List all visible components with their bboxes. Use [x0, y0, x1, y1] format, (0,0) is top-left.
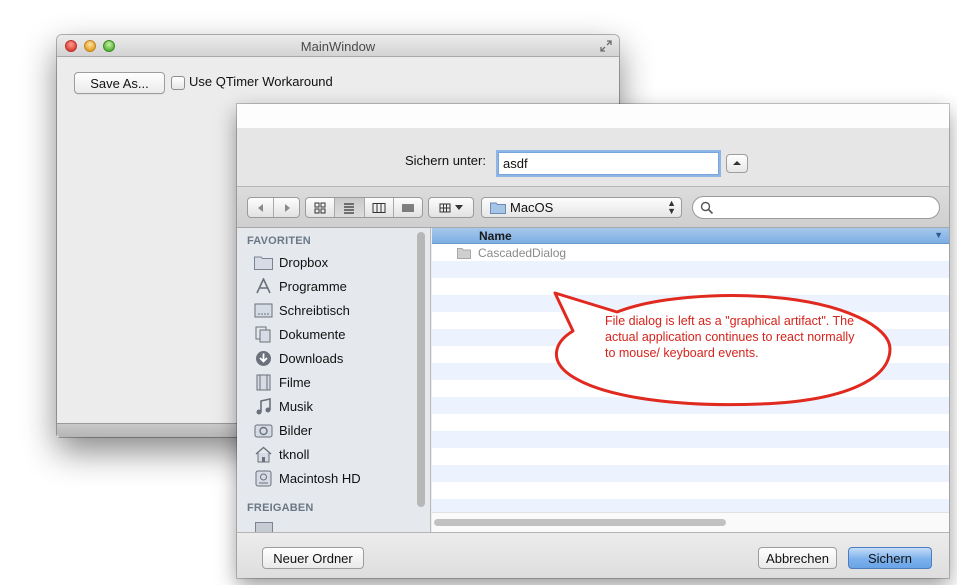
- file-item-cascadeddialog[interactable]: CascadedDialog: [457, 246, 566, 260]
- sidebar-item-dropbox[interactable]: Dropbox: [253, 251, 413, 273]
- home-icon: [253, 445, 273, 463]
- chevron-down-icon: [455, 204, 463, 210]
- new-folder-button[interactable]: Neuer Ordner: [262, 547, 364, 569]
- popup-arrows-icon: ▲ ▼: [667, 198, 676, 216]
- sidebar-item-dokumente[interactable]: Dokumente: [253, 323, 413, 345]
- chevron-up-icon: [733, 161, 741, 165]
- sidebar-item-label: Musik: [279, 398, 313, 414]
- search-icon: [700, 201, 714, 215]
- scrollbar-thumb[interactable]: [434, 519, 726, 526]
- qtimer-workaround-checkbox[interactable]: [171, 76, 185, 90]
- sidebar-item-label: Programme: [279, 278, 347, 294]
- list-view-button[interactable]: [335, 198, 365, 217]
- folder-icon: [457, 248, 471, 259]
- chevron-right-icon: [284, 203, 290, 212]
- cover-flow-button[interactable]: [394, 198, 422, 217]
- column-header-name[interactable]: Name ▼: [432, 228, 949, 244]
- sidebar-item-label: Bilder: [279, 422, 313, 438]
- dialog-artifact-area: [237, 104, 949, 128]
- documents-icon: [253, 325, 273, 343]
- computer-icon: [255, 522, 273, 532]
- save-as-label: Sichern unter:: [405, 153, 486, 168]
- icon-view-button[interactable]: [306, 198, 336, 217]
- sidebar-item-label: Macintosh HD: [279, 470, 361, 486]
- window-title: MainWindow: [300, 39, 376, 54]
- annotation-text: File dialog is left as a "graphical arti…: [605, 314, 855, 360]
- movies-icon: [253, 373, 273, 391]
- sidebar-heading-favorites: FAVORITEN: [247, 235, 311, 247]
- column-header-label: Name: [479, 229, 512, 243]
- forward-button[interactable]: [274, 198, 299, 217]
- sidebar-item-label: tknoll: [279, 446, 310, 462]
- chevron-left-icon: [257, 203, 263, 212]
- location-popup[interactable]: MacOS ▲ ▼: [481, 197, 682, 218]
- back-button[interactable]: [248, 198, 274, 217]
- title-bar[interactable]: MainWindow: [57, 35, 619, 57]
- sidebar-item-tknoll[interactable]: tknoll: [253, 443, 413, 465]
- arrange-menu-button[interactable]: [428, 197, 474, 218]
- sidebar-item-macintosh-hd[interactable]: Macintosh HD: [253, 467, 413, 489]
- search-input[interactable]: [692, 196, 940, 219]
- sidebar-item-label: Schreibtisch: [279, 302, 350, 318]
- dialog-toolbar: MacOS ▲ ▼: [237, 186, 949, 228]
- dialog-header: Sichern unter:: [237, 128, 949, 186]
- view-mode-control: [305, 197, 423, 218]
- sidebar-item-schreibtisch[interactable]: Schreibtisch: [253, 299, 413, 321]
- sidebar-item-filme[interactable]: Filme: [253, 371, 413, 393]
- sidebar-item-downloads[interactable]: Downloads: [253, 347, 413, 369]
- sidebar-heading-shared: FREIGABEN: [247, 502, 314, 514]
- fullscreen-icon[interactable]: [599, 39, 613, 53]
- sidebar-item-label: Downloads: [279, 350, 344, 366]
- horizontal-scrollbar[interactable]: [432, 512, 949, 532]
- downloads-icon: [253, 349, 273, 367]
- sidebar-item-label: Dokumente: [279, 326, 346, 342]
- sidebar-item-musik[interactable]: Musik: [253, 395, 413, 417]
- music-icon: [253, 397, 273, 415]
- sidebar-item-label: Dropbox: [279, 254, 329, 270]
- cancel-button[interactable]: Abbrechen: [758, 547, 837, 569]
- expand-dialog-button[interactable]: [726, 154, 748, 173]
- arrange-grid-icon: [439, 203, 451, 212]
- sidebar-item-programme[interactable]: Programme: [253, 275, 413, 297]
- sort-descending-icon: ▼: [934, 230, 943, 240]
- file-name: CascadedDialog: [478, 246, 567, 260]
- folder-icon: [490, 202, 506, 214]
- sidebar-scrollbar[interactable]: [417, 232, 425, 507]
- pictures-icon: [253, 421, 273, 439]
- save-as-button[interactable]: Save As...: [74, 72, 165, 94]
- location-label: MacOS: [510, 200, 554, 215]
- sidebar-item-bilder[interactable]: Bilder: [253, 419, 413, 441]
- folder-icon: [253, 253, 273, 271]
- icon-view-icon: [314, 202, 326, 213]
- hard-drive-icon: [253, 469, 273, 487]
- cover-flow-icon: [402, 203, 414, 212]
- sidebar-item-label: Filme: [279, 374, 311, 390]
- sidebar[interactable]: FAVORITEN Dropbox Programme Schreibtisch…: [237, 228, 431, 532]
- qtimer-workaround-label[interactable]: Use QTimer Workaround: [189, 74, 333, 89]
- list-view-icon: [344, 202, 355, 214]
- filename-input[interactable]: [498, 152, 719, 175]
- dialog-button-bar: Neuer Ordner Abbrechen Sichern: [237, 532, 949, 578]
- save-button[interactable]: Sichern: [848, 547, 932, 569]
- column-view-button[interactable]: [365, 198, 394, 217]
- back-forward-control: [247, 197, 300, 218]
- desktop-icon: [253, 301, 273, 319]
- applications-icon: [253, 277, 273, 295]
- sidebar-item-partially-hidden[interactable]: [255, 520, 405, 532]
- column-view-icon: [372, 202, 386, 213]
